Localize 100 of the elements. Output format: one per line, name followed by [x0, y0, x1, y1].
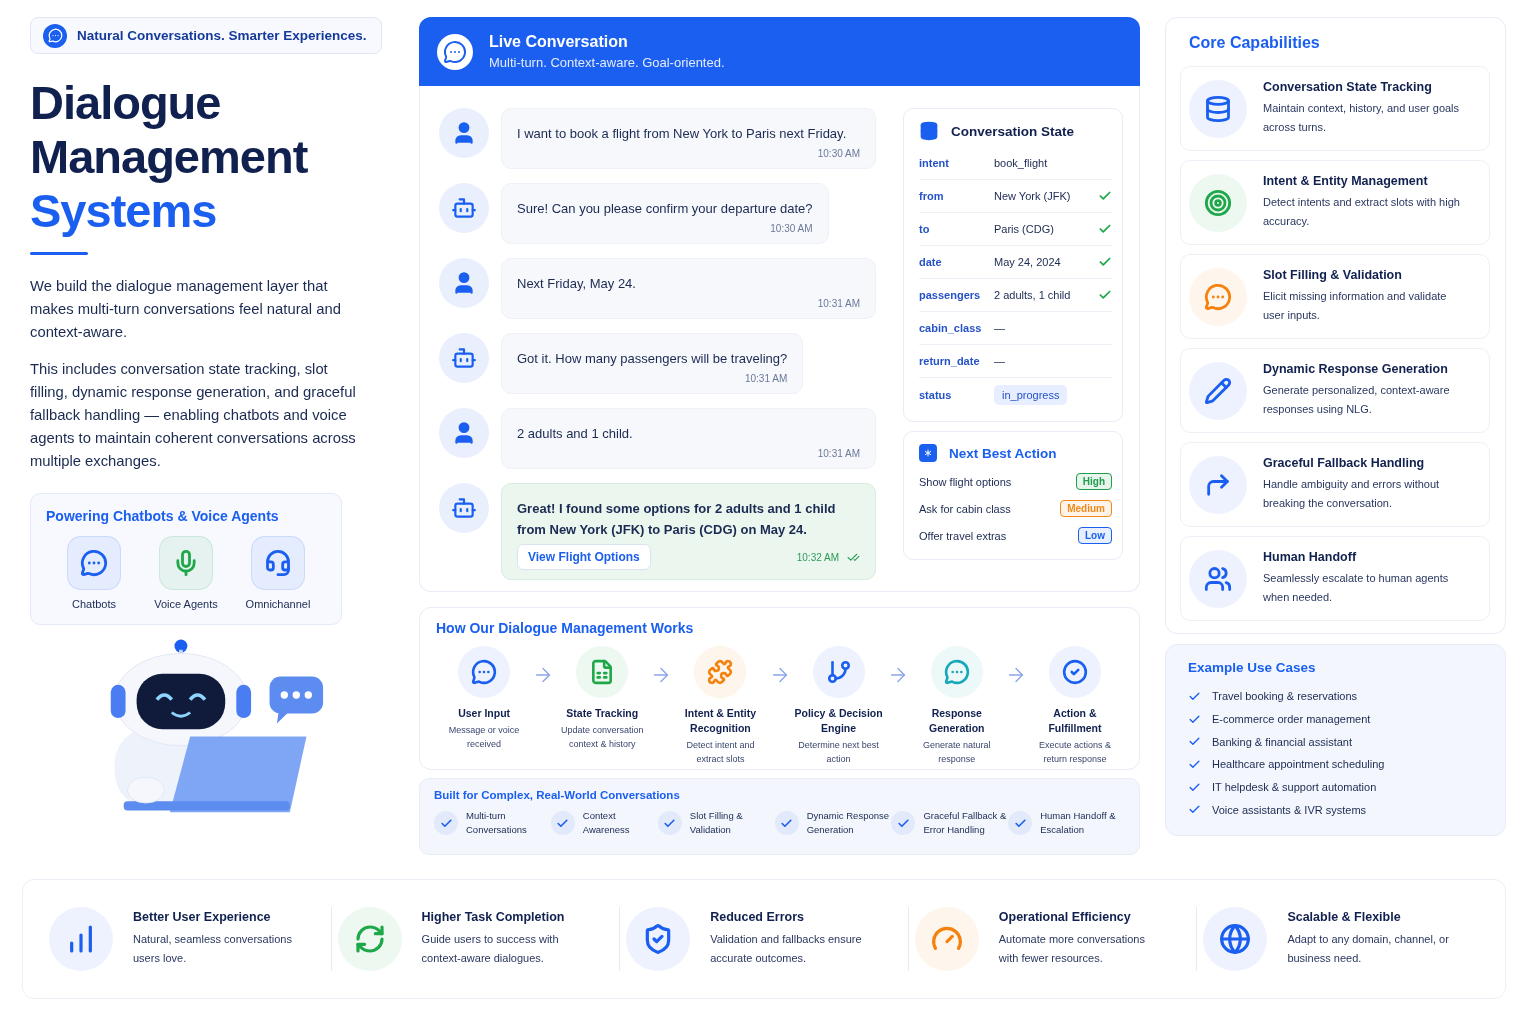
message-time: 10:30 AM [817, 148, 860, 159]
feature-label: Graceful Fallback & Error Handling [923, 809, 1008, 837]
action-label: Offer travel extras [919, 529, 1007, 542]
step-description: Update conversation context & history [559, 724, 645, 751]
asterisk-icon [919, 444, 937, 462]
step-title: User Input [458, 706, 511, 721]
state-key: cabin_class [919, 322, 994, 334]
state-value: Paris (CDG) [994, 223, 1055, 235]
step-title: State Tracking [566, 706, 639, 721]
message-text: Great! I found some options for 2 adults and 1 child from New York (JFK) to Paris (CDG) on May 24. [517, 500, 837, 539]
card-title: Powering Chatbots & Voice Agents [46, 508, 280, 524]
capability-title: Intent & Entity Management [1263, 174, 1429, 188]
message-text: Sure! Can you please confirm your departure date? [517, 200, 813, 218]
message-text: Next Friday, May 24. [517, 275, 637, 293]
check-icon [774, 811, 799, 835]
state-key: intent [919, 157, 994, 169]
panel-title: Next Best Action [949, 445, 1057, 461]
benefit-description: Natural, seamless conversations users love. [133, 932, 293, 966]
action-label: Show flight options [919, 475, 1012, 488]
state-key: status [919, 388, 994, 401]
benefit-title: Operational Efficiency [998, 910, 1132, 924]
feature-label: Context Awareness [582, 809, 631, 837]
capability-title: Human Handoff [1263, 550, 1358, 564]
header-title: Live Conversation [489, 33, 629, 51]
state-key: to [919, 223, 994, 235]
priority-tag: High [1075, 473, 1112, 490]
priority-tag: Medium [1060, 500, 1112, 517]
view-options-button[interactable]: View Flight Options [517, 544, 651, 570]
step-description: Generate natural response [922, 739, 992, 766]
chat-bubble-icon [47, 28, 63, 43]
message-time: 10:31 AM [817, 448, 860, 459]
state-value: New York (JFK) [994, 190, 1072, 202]
use-case-label: Healthcare appointment scheduling [1212, 758, 1385, 771]
channel-label: Chatbots [72, 598, 116, 610]
header-subtitle: Multi-turn. Context-aware. Goal-oriented. [489, 55, 725, 70]
intro-paragraph: We build the dialogue management layer that makes multi-turn conversations feel natural and context-aware. [30, 277, 342, 342]
page-title: Dialogue Management Systems [30, 76, 309, 238]
card-title: Example Use Cases [1188, 660, 1317, 675]
capability-description: Maintain context, history, and user goals across turns. [1263, 101, 1461, 135]
card-title: How Our Dialogue Management Works [436, 620, 695, 636]
state-value: book_flight [994, 157, 1049, 169]
check-icon [1008, 811, 1033, 835]
card-title: Built for Complex, Real-World Conversations [434, 789, 681, 801]
channel-label: Voice Agents [154, 598, 218, 610]
feature-label: Slot Filling & Validation [689, 809, 744, 837]
panel-title: Conversation State [951, 123, 1075, 139]
database-icon [919, 121, 939, 141]
message-time: 10:30 AM [770, 223, 813, 234]
use-case-label: IT helpdesk & support automation [1212, 781, 1377, 794]
step-description: Execute actions & return response [1037, 739, 1112, 766]
benefit-description: Adapt to any domain, channel, or business need. [1287, 932, 1450, 966]
use-case-label: Banking & financial assistant [1212, 735, 1353, 748]
message-time: 10:31 AM [817, 298, 860, 309]
robot-icon [451, 345, 477, 371]
check-icon [891, 811, 916, 835]
use-case-label: Voice assistants & IVR systems [1212, 803, 1367, 816]
message-text: Got it. How many passengers will be traveling? [517, 350, 788, 368]
card-title: Core Capabilities [1189, 34, 1321, 52]
channel-label: Omnichannel [245, 598, 311, 610]
action-label: Ask for cabin class [919, 502, 1011, 515]
state-key: date [919, 256, 994, 268]
chat-bubble-icon [443, 39, 467, 64]
state-value: — [994, 355, 1006, 367]
capability-description: Detect intents and extract slots with high accuracy. [1263, 195, 1461, 229]
robot-icon [451, 195, 477, 221]
benefit-title: Better User Experience [133, 910, 272, 924]
state-key: return_date [919, 355, 994, 367]
benefit-description: Automate more conversations with fewer resources. [998, 932, 1146, 966]
capability-description: Generate personalized, context-aware responses using NLG. [1263, 383, 1451, 417]
capability-title: Conversation State Tracking [1263, 80, 1433, 94]
capability-description: Seamlessly escalate to human agents when needed. [1263, 571, 1450, 605]
feature-label: Dynamic Response Generation [806, 809, 890, 837]
feature-label: Human Handoff & Escalation [1040, 809, 1117, 837]
feature-label: Multi-turn Conversations [466, 809, 528, 837]
state-key: from [919, 190, 994, 202]
message-text: I want to book a flight from New York to Paris next Friday. [517, 125, 848, 143]
step-title: Policy & Decision Engine [793, 706, 884, 736]
capability-title: Graceful Fallback Handling [1263, 456, 1426, 470]
message-time: 10:31 AM [744, 373, 788, 384]
state-value: — [994, 322, 1006, 334]
check-icon [434, 811, 458, 835]
robot-icon [451, 495, 477, 521]
intro-paragraph: This includes conversation state tracking, slot filling, dynamic response generation, and graceful fallback handling — enabling chatbots and voice agents to maintain coherent conversations across multiple exchanges. [30, 360, 357, 471]
benefit-title: Scalable & Flexible [1287, 910, 1402, 924]
benefit-title: Reduced Errors [710, 910, 805, 924]
message-time: 10:32 AM [796, 551, 839, 563]
step-title: Response Generation [928, 706, 986, 736]
step-title: Action & Fulfillment [1047, 706, 1103, 736]
check-icon [657, 811, 682, 835]
step-title: Intent & Entity Recognition [683, 706, 757, 736]
step-description: Detect intent and extract slots [685, 739, 756, 766]
capability-description: Handle ambiguity and errors without breaking the conversation. [1263, 477, 1441, 511]
step-description: Message or voice received [447, 724, 521, 751]
use-case-label: Travel booking & reservations [1212, 690, 1358, 703]
state-value: 2 adults, 1 child [994, 289, 1072, 301]
tagline-text: Natural Conversations. Smarter Experiences. [77, 28, 367, 43]
benefit-description: Guide users to success with context-aware dialogues. [421, 932, 560, 966]
capability-description: Elicit missing information and validate user inputs. [1263, 289, 1448, 323]
capability-title: Slot Filling & Validation [1263, 268, 1403, 282]
check-icon [550, 811, 575, 835]
